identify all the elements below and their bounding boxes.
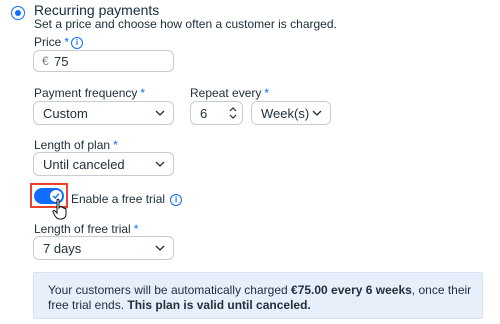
length-of-free-trial-label: Length of free trial * <box>34 222 138 236</box>
repeat-unit-select[interactable]: Week(s) <box>251 101 331 125</box>
required-asterisk: * <box>140 86 146 100</box>
summary-text: Your customers will be automatically cha… <box>48 283 476 313</box>
section-title: Recurring payments <box>34 2 160 18</box>
length-of-free-trial-label-text: Length of free trial <box>34 222 131 236</box>
stepper-arrows-icon[interactable] <box>228 105 238 121</box>
length-of-plan-label-text: Length of plan <box>34 138 111 152</box>
info-icon[interactable]: i <box>71 37 84 49</box>
required-asterisk: * <box>133 222 139 236</box>
price-label-text: Price <box>34 35 62 49</box>
chevron-down-icon <box>155 161 165 167</box>
chevron-down-icon <box>312 110 322 116</box>
repeat-every-label-text: Repeat every <box>190 86 262 100</box>
required-asterisk: * <box>64 35 70 49</box>
payment-frequency-label: Payment frequency * <box>34 86 145 100</box>
repeat-every-input[interactable]: 6 <box>190 101 243 125</box>
info-icon[interactable]: i <box>170 194 183 206</box>
length-of-plan-select[interactable]: Until canceled <box>33 152 174 176</box>
free-trial-label: Enable a free trial i <box>71 192 183 206</box>
chevron-down-icon <box>155 110 165 116</box>
price-value: 75 <box>54 54 69 69</box>
price-label: Price * i <box>34 35 84 49</box>
chevron-down-icon <box>155 245 165 251</box>
length-of-plan-value: Until canceled <box>43 157 125 172</box>
section-subtitle: Set a price and choose how often a custo… <box>34 17 337 31</box>
payment-frequency-value: Custom <box>43 106 88 121</box>
free-trial-label-text: Enable a free trial <box>71 192 166 206</box>
hand-cursor-icon <box>52 198 67 220</box>
repeat-every-label: Repeat every * <box>190 86 269 100</box>
summary-info-box: Your customers will be automatically cha… <box>33 272 483 319</box>
recurring-payments-radio[interactable] <box>11 6 25 20</box>
summary-amount: €75.00 every 6 weeks <box>291 283 412 297</box>
summary-part1: Your customers will be automatically cha… <box>48 283 292 297</box>
required-asterisk: * <box>264 86 270 100</box>
repeat-every-value: 6 <box>200 106 208 121</box>
repeat-unit-value: Week(s) <box>261 106 310 121</box>
payment-frequency-label-text: Payment frequency <box>34 86 138 100</box>
payment-frequency-select[interactable]: Custom <box>33 101 174 125</box>
price-input[interactable]: € 75 <box>33 50 174 72</box>
currency-symbol: € <box>42 54 49 68</box>
required-asterisk: * <box>113 138 118 152</box>
length-of-plan-label: Length of plan * <box>34 138 118 152</box>
length-of-free-trial-select[interactable]: 7 days <box>33 236 174 260</box>
summary-validity: This plan is valid until canceled. <box>127 298 311 312</box>
length-of-free-trial-value: 7 days <box>43 241 82 256</box>
